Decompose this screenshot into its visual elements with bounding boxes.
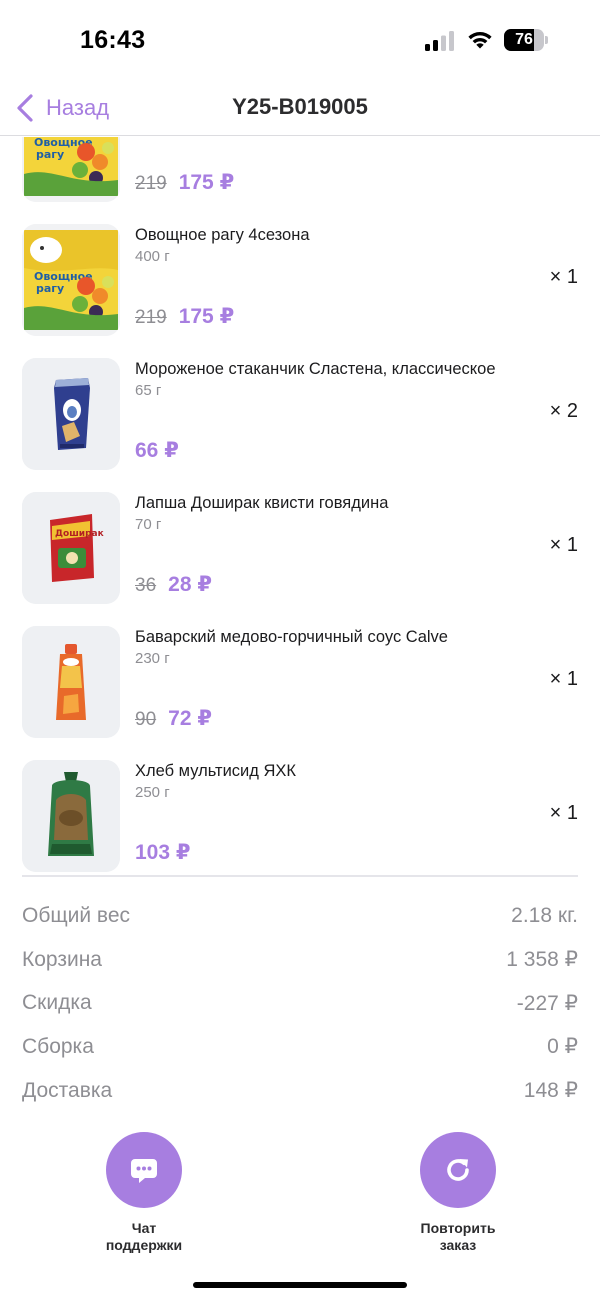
- product-prices: 219 175 ₽: [135, 304, 234, 329]
- svg-text:рагу: рагу: [36, 282, 64, 295]
- price-old: 36: [135, 575, 157, 596]
- summary-value: 148 ₽: [523, 1079, 578, 1103]
- chat-bubble-icon: [131, 1159, 157, 1183]
- product-prices: 36 28 ₽: [135, 572, 212, 597]
- price-old: 219: [135, 307, 167, 328]
- product-image: [22, 626, 120, 738]
- summary-label: Корзина: [22, 947, 102, 971]
- battery-percent: 76: [515, 31, 533, 48]
- product-name: Лапша Доширак квисти говядина: [135, 494, 389, 512]
- repeat-order-label-line1: Повторить: [420, 1220, 496, 1236]
- svg-text:рагу: рагу: [36, 148, 64, 161]
- price-old: 90: [135, 709, 157, 730]
- support-chat-label: Чат поддержки: [64, 1220, 224, 1254]
- order-item[interactable]: Мороженое стаканчик Сластена, классическ…: [0, 348, 600, 482]
- product-image: Доширак: [22, 492, 120, 604]
- summary-row-cart: Корзина 1 358 ₽: [22, 938, 578, 982]
- product-prices: 103 ₽: [135, 840, 190, 865]
- back-button[interactable]: Назад: [14, 88, 109, 128]
- summary-divider: [22, 875, 578, 877]
- product-name: Мороженое стаканчик Сластена, классическ…: [135, 360, 496, 378]
- svg-text:Доширак: Доширак: [55, 529, 104, 539]
- order-item[interactable]: Овощное рагу Овощное рагу 4сезона 400 г 219 1…: [0, 214, 600, 348]
- support-chat-label-line2: поддержки: [105, 1237, 183, 1253]
- product-name: Овощное рагу 4сезона: [135, 226, 310, 244]
- order-item[interactable]: Овощное рагу 219 175 ₽: [0, 137, 600, 214]
- product-weight: 65 г: [135, 382, 162, 399]
- cellular-signal-icon: [425, 31, 454, 51]
- product-quantity: × 2: [549, 400, 578, 422]
- product-image: [22, 760, 120, 872]
- product-weight: 70 г: [135, 516, 162, 533]
- status-time: 16:43: [80, 26, 146, 54]
- product-weight: 400 г: [135, 248, 170, 265]
- wifi-icon: [468, 32, 492, 49]
- product-quantity: × 1: [549, 266, 578, 288]
- order-item[interactable]: Баварский медово-горчичный соус Calve 230…: [0, 616, 600, 750]
- back-label: Назад: [46, 95, 110, 120]
- product-name: Баварский медово-горчичный соус Calve: [135, 628, 448, 646]
- repeat-order-label: Повторить заказ: [378, 1220, 538, 1254]
- product-prices: 90 72 ₽: [135, 706, 212, 731]
- product-quantity: × 1: [549, 802, 578, 824]
- summary-value: -227 ₽: [516, 991, 578, 1015]
- summary-row-assembly: Сборка 0 ₽: [22, 1025, 578, 1069]
- battery-icon: 76: [504, 29, 548, 51]
- summary-label: Доставка: [22, 1078, 113, 1102]
- product-quantity: × 1: [549, 534, 578, 556]
- summary-row-discount: Скидка -227 ₽: [22, 981, 578, 1025]
- order-summary: Общий вес 2.18 кг. Корзина 1 358 ₽ Скидк…: [22, 894, 578, 1110]
- home-indicator: [193, 1282, 407, 1288]
- product-weight: 230 г: [135, 650, 170, 667]
- price-new: 175 ₽: [178, 171, 235, 194]
- repeat-order-button[interactable]: Повторить заказ: [378, 1132, 538, 1254]
- summary-row-weight: Общий вес 2.18 кг.: [22, 894, 578, 938]
- order-item[interactable]: Хлеб мультисид ЯХК 250 г 103 ₽ × 1: [0, 750, 600, 884]
- support-chat-circle[interactable]: [106, 1132, 182, 1208]
- product-image: [22, 358, 120, 470]
- repeat-order-circle[interactable]: [420, 1132, 496, 1208]
- support-chat-button[interactable]: Чат поддержки: [64, 1132, 224, 1254]
- price-new: 103 ₽: [135, 841, 191, 864]
- price-new: 66 ₽: [135, 439, 179, 462]
- repeat-order-label-line2: заказ: [439, 1237, 477, 1253]
- product-quantity: × 1: [549, 668, 578, 690]
- summary-value: 2.18 кг.: [511, 903, 578, 927]
- product-image: Овощное рагу: [22, 224, 120, 336]
- summary-value: 1 358 ₽: [506, 948, 578, 972]
- order-items-list: Овощное рагу 219 175 ₽ Овощное рагу Овощное ра…: [0, 137, 600, 884]
- order-details-scroll[interactable]: Овощное рагу 219 175 ₽ Овощное рагу Овощное ра…: [0, 137, 600, 1110]
- product-weight: 250 г: [135, 784, 170, 801]
- status-bar: 16:43 76: [0, 0, 600, 80]
- price-old: 219: [135, 173, 167, 194]
- support-chat-label-line1: Чат: [131, 1220, 157, 1236]
- chevron-left-icon: [17, 94, 33, 122]
- product-image: Овощное рагу: [22, 137, 120, 202]
- price-new: 72 ₽: [168, 707, 212, 730]
- summary-label: Сборка: [22, 1034, 94, 1058]
- summary-label: Общий вес: [22, 903, 131, 927]
- product-name: Хлеб мультисид ЯХК: [135, 762, 296, 780]
- refresh-icon: [447, 1159, 469, 1181]
- price-new: 175 ₽: [178, 305, 235, 328]
- navigation-bar: Назад Y25-B019005: [0, 80, 600, 136]
- order-item[interactable]: Доширак Лапша Доширак квисти говядина 70 г…: [0, 482, 600, 616]
- summary-value: 0 ₽: [547, 1035, 578, 1059]
- product-prices: 66 ₽: [135, 438, 179, 463]
- summary-label: Скидка: [22, 991, 92, 1015]
- bottom-actions: Чат поддержки Повторить заказ: [0, 1110, 600, 1300]
- price-new: 28 ₽: [168, 573, 212, 596]
- product-prices: 219 175 ₽: [135, 170, 234, 195]
- summary-row-delivery: Доставка 148 ₽: [22, 1069, 578, 1110]
